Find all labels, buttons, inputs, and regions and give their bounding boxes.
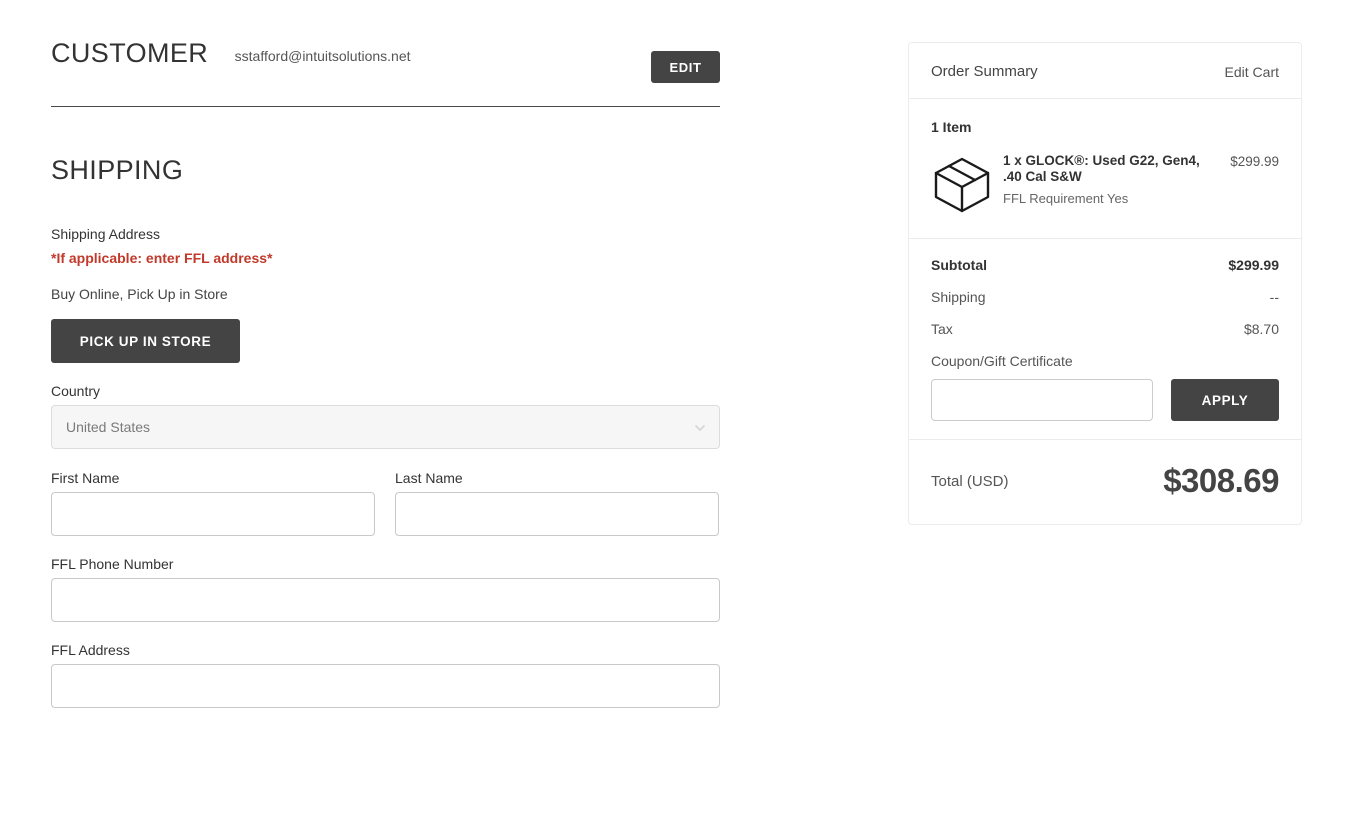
ffl-phone-field-group: FFL Phone Number (51, 556, 720, 622)
country-select[interactable]: United States (51, 405, 720, 449)
ffl-address-input[interactable] (51, 664, 720, 708)
shipping-address-label: Shipping Address (51, 226, 160, 242)
edit-cart-link[interactable]: Edit Cart (1225, 64, 1279, 80)
order-summary-header: Order Summary Edit Cart (909, 43, 1301, 99)
ffl-address-field-group: FFL Address (51, 642, 720, 708)
edit-customer-button[interactable]: EDIT (651, 51, 720, 83)
subtotal-row: Subtotal $299.99 (931, 257, 1279, 273)
country-label: Country (51, 383, 101, 399)
order-items-block: 1 Item 1 x GLOCK®: Used G22, Gen4, .40 C… (909, 99, 1301, 239)
pick-up-in-store-button[interactable]: PICK UP IN STORE (51, 319, 240, 363)
order-summary-panel: Order Summary Edit Cart 1 Item 1 x GLOCK… (908, 42, 1302, 525)
last-name-field-group: Last Name (395, 470, 719, 536)
subtotal-label: Subtotal (931, 257, 987, 273)
tax-value: $8.70 (1243, 321, 1279, 337)
order-item-info: 1 x GLOCK®: Used G22, Gen4, .40 Cal S&W … (993, 153, 1230, 206)
name-field-row: First Name Last Name (51, 470, 720, 536)
country-select-wrap: United States (51, 405, 720, 449)
item-count-label: 1 Item (931, 119, 972, 135)
customer-section: CUSTOMER sstafford@intuitsolutions.net E… (51, 0, 720, 92)
ffl-phone-input[interactable] (51, 578, 720, 622)
first-name-label: First Name (51, 470, 120, 486)
grand-total-label: Total (USD) (931, 472, 1009, 490)
first-name-input[interactable] (51, 492, 375, 536)
order-item-meta: FFL Requirement Yes (1003, 191, 1129, 206)
customer-heading: CUSTOMER (51, 38, 209, 68)
order-item-name: 1 x GLOCK®: Used G22, Gen4, .40 Cal S&W (1003, 153, 1200, 184)
order-summary-title: Order Summary (931, 63, 1038, 80)
shipping-cost-value: -- (1269, 289, 1279, 305)
ffl-phone-label: FFL Phone Number (51, 556, 174, 572)
order-totals-block: Subtotal $299.99 Shipping -- Tax $8.70 C… (909, 239, 1301, 440)
tax-row: Tax $8.70 (931, 321, 1279, 337)
last-name-label: Last Name (395, 470, 463, 486)
box-icon (931, 153, 993, 220)
grand-total-value: $308.69 (1163, 462, 1279, 499)
order-item-price: $299.99 (1230, 154, 1279, 169)
country-field-group: Country United States (51, 383, 720, 449)
ffl-address-warning: *If applicable: enter FFL address* (51, 250, 273, 266)
subtotal-value: $299.99 (1228, 257, 1279, 273)
customer-email: sstafford@intuitsolutions.net (234, 48, 411, 64)
coupon-input[interactable] (931, 379, 1153, 421)
checkout-page: CUSTOMER sstafford@intuitsolutions.net E… (0, 0, 1350, 825)
first-name-field-group: First Name (51, 470, 375, 536)
grand-total-row: Total (USD) $308.69 (909, 440, 1301, 524)
checkout-main-column: CUSTOMER sstafford@intuitsolutions.net E… (51, 0, 720, 708)
order-item-row: 1 x GLOCK®: Used G22, Gen4, .40 Cal S&W … (931, 153, 1279, 220)
shipping-cost-label: Shipping (931, 289, 986, 305)
tax-label: Tax (931, 321, 953, 337)
buy-online-pickup-label: Buy Online, Pick Up in Store (51, 286, 228, 302)
last-name-input[interactable] (395, 492, 719, 536)
ffl-address-label: FFL Address (51, 642, 130, 658)
coupon-row: APPLY (931, 379, 1279, 421)
apply-coupon-button[interactable]: APPLY (1171, 379, 1279, 421)
shipping-heading: SHIPPING (51, 155, 184, 185)
country-select-value: United States (66, 419, 151, 435)
shipping-row: Shipping -- (931, 289, 1279, 305)
coupon-label: Coupon/Gift Certificate (931, 353, 1073, 369)
